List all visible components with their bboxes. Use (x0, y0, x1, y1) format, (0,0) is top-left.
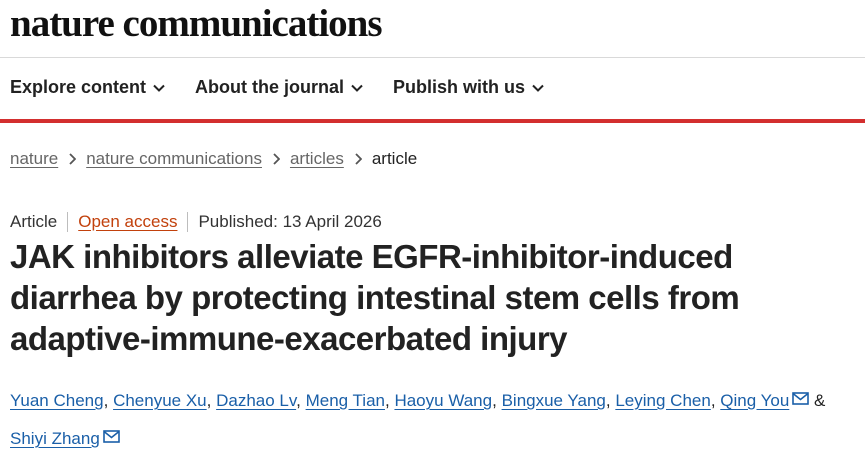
meta-divider (187, 212, 189, 232)
nav-publish-with-us[interactable]: Publish with us (393, 77, 544, 98)
article-title: JAK inhibitors alleviate EGFR-inhibitor-… (10, 238, 740, 357)
mail-icon[interactable] (102, 430, 120, 443)
nav-about-the-journal[interactable]: About the journal (195, 77, 363, 98)
breadcrumb: nature nature communications articles ar… (10, 149, 417, 169)
author-link[interactable]: Haoyu Wang (394, 391, 492, 410)
author-link[interactable]: Bingxue Yang (502, 391, 606, 410)
published-date: Published: 13 April 2026 (198, 212, 382, 231)
author-separator: , (296, 391, 301, 410)
header-divider (0, 57, 865, 58)
author-separator: , (492, 391, 497, 410)
author-link[interactable]: Dazhao Lv (216, 391, 296, 410)
author-separator: , (605, 391, 611, 410)
author-link[interactable]: Shiyi Zhang (10, 429, 100, 448)
breadcrumb-articles[interactable]: articles (290, 149, 344, 169)
breadcrumb-current: article (371, 149, 418, 168)
chevron-down-icon (351, 84, 363, 92)
article-type: Article (10, 212, 58, 231)
author-separator: , (206, 391, 212, 410)
author-separator: , (103, 391, 109, 410)
author-link[interactable]: Leying Chen (615, 391, 710, 410)
chevron-down-icon (153, 84, 165, 92)
chevron-down-icon (532, 84, 544, 92)
nav-label: Publish with us (393, 77, 526, 97)
site-header: nature communications Explore content Ab… (0, 0, 865, 123)
open-access-link[interactable]: Open access (78, 212, 177, 232)
nav-explore-content[interactable]: Explore content (10, 77, 165, 98)
chevron-right-icon (355, 153, 362, 165)
breadcrumb-nature-communications[interactable]: nature communications (86, 149, 262, 169)
meta-divider (67, 212, 69, 232)
author-list: Yuan Cheng, Chenyue Xu, Dazhao Lv, Meng … (10, 382, 860, 458)
author-link[interactable]: Meng Tian (306, 391, 385, 410)
author-ampersand: & (814, 391, 826, 410)
nav-label: About the journal (195, 77, 345, 97)
author-separator: , (384, 391, 390, 410)
mail-icon[interactable] (792, 392, 810, 405)
author-separator: , (710, 391, 716, 410)
breadcrumb-nature[interactable]: nature (10, 149, 58, 169)
nav-label: Explore content (10, 77, 147, 97)
main-nav: Explore content About the journal Publis… (10, 77, 544, 98)
article-meta: Article Open access Published: 13 April … (10, 212, 382, 232)
author-link[interactable]: Qing You (720, 391, 789, 410)
chevron-right-icon (69, 153, 77, 165)
author-link[interactable]: Yuan Cheng (10, 391, 104, 410)
chevron-right-icon (273, 153, 280, 165)
author-link[interactable]: Chenyue Xu (113, 391, 207, 410)
site-logo[interactable]: nature communications (10, 4, 383, 44)
